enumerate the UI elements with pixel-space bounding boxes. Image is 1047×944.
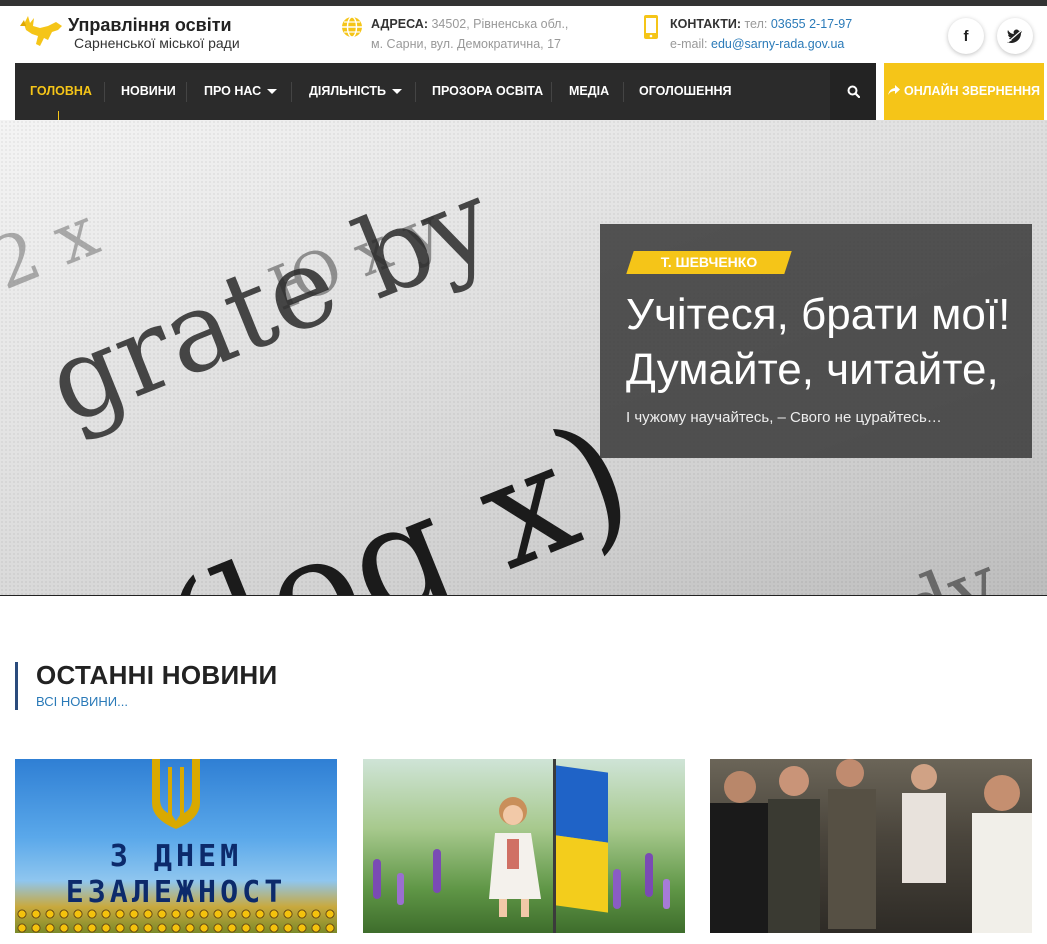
search-icon [847, 85, 860, 98]
online-request-label: ОНЛАЙН ЗВЕРНЕННЯ [904, 84, 1040, 98]
address-block: АДРЕСА: 34502, Рівненська обл., м. Сарни… [371, 14, 568, 54]
nav-divider [291, 82, 292, 102]
nav-label-activity: ДІЯЛЬНІСТЬ [309, 84, 386, 98]
hero-bottom-border [0, 595, 1047, 596]
phone-icon [643, 14, 659, 45]
news-card-image-meeting[interactable] [710, 759, 1032, 933]
nav-item-announcements[interactable]: ОГОЛОШЕННЯ [639, 63, 732, 120]
hero-quote-sub: І чужому научайтесь, – Свого не цурайтес… [626, 409, 942, 426]
caret-down-icon [391, 89, 402, 95]
nav-item-about[interactable]: ПРО НАС [204, 63, 278, 120]
nav-item-news[interactable]: НОВИНИ [121, 63, 176, 120]
people-group [710, 759, 1032, 933]
address-label: АДРЕСА: [371, 17, 428, 31]
trident-icon [152, 759, 200, 829]
flag-blue-stripe [556, 765, 608, 843]
nav-item-media[interactable]: МЕДІА [569, 63, 609, 120]
facebook-icon[interactable]: f [948, 18, 984, 54]
section-accent-bar [15, 662, 18, 710]
phone-label: тел: [744, 17, 768, 31]
nav-divider [415, 82, 416, 102]
site-header: Управління освіти Сарненської міської ра… [0, 6, 1047, 62]
active-indicator [58, 111, 59, 120]
hero-tag: Т. ШЕВЧЕНКО [660, 254, 758, 270]
address-line1: 34502, Рівненська обл., [431, 17, 569, 31]
hero-quote-line2: Думайте, читайте, [626, 345, 999, 394]
sunflower-field [15, 907, 337, 933]
nav-label-about: ПРО НАС [204, 84, 262, 98]
site-title[interactable]: Управління освіти [68, 15, 232, 36]
nav-divider [551, 82, 552, 102]
caret-down-icon [267, 89, 278, 95]
card-independence-line2: ЕЗАЛЕЖНОСТ [65, 875, 287, 910]
nav-label-news: НОВИНИ [121, 84, 176, 98]
nav-label-media: МЕДІА [569, 84, 610, 98]
nav-divider [186, 82, 187, 102]
twitter-icon[interactable] [997, 18, 1033, 54]
latest-news-title: ОСТАННІ НОВИНИ [36, 660, 278, 690]
main-nav: ГОЛОВНА НОВИНИ ПРО НАС ДІЯЛЬНІСТЬ ПРОЗОР… [15, 63, 876, 120]
site-subtitle[interactable]: Сарненської міської ради [74, 35, 240, 51]
email-link[interactable]: edu@sarny-rada.gov.ua [711, 37, 844, 51]
news-card-image-girl-flag[interactable] [363, 759, 685, 933]
nav-item-activity[interactable]: ДІЯЛЬНІСТЬ [309, 63, 402, 120]
nav-divider [104, 82, 105, 102]
address-line2: м. Сарни, вул. Демократична, 17 [371, 37, 562, 51]
all-news-link[interactable]: ВСІ НОВИНИ... [36, 694, 128, 709]
news-card-image-independence[interactable]: З ДНЕМ ЕЗАЛЕЖНОСТ [15, 759, 337, 933]
phone-link[interactable]: 03655 2-17-97 [771, 17, 852, 31]
search-button[interactable] [830, 63, 876, 120]
lupine-flowers [373, 849, 670, 909]
online-request-button[interactable]: ОНЛАЙН ЗВЕРНЕННЯ [884, 63, 1044, 120]
globe-icon [341, 16, 363, 43]
card-independence-line1: З ДНЕМ [109, 839, 243, 874]
facebook-glyph: f [963, 27, 969, 45]
nav-label-home: ГОЛОВНА [30, 84, 92, 98]
hero-quote-line1: Учітеся, брати мої! [626, 290, 1011, 339]
nav-item-transparent-education[interactable]: ПРОЗОРА ОСВІТА [432, 63, 543, 120]
share-arrow-icon [888, 85, 901, 95]
nav-divider [623, 82, 624, 102]
contacts-block: КОНТАКТИ: тел: 03655 2-17-97 e-mail: edu… [670, 14, 852, 54]
nav-label-transparent: ПРОЗОРА ОСВІТА [432, 84, 544, 98]
nav-item-home[interactable]: ГОЛОВНА [30, 63, 92, 120]
email-label: e-mail: [670, 37, 708, 51]
deer-logo-icon[interactable] [18, 14, 66, 52]
contacts-label: КОНТАКТИ: [670, 17, 741, 31]
nav-label-announcements: ОГОЛОШЕННЯ [639, 84, 732, 98]
